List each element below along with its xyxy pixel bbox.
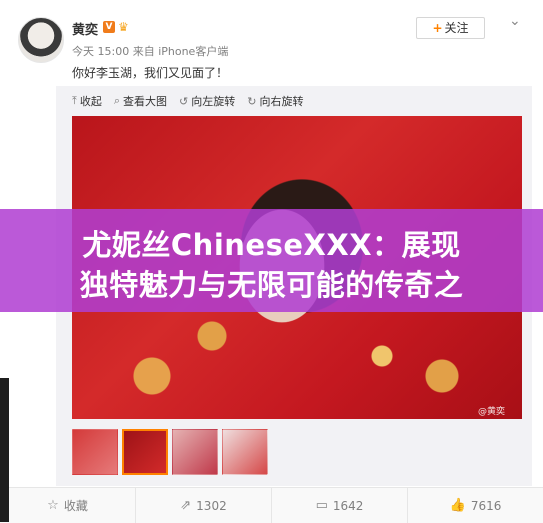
rotate-right-label: 向右旋转: [259, 95, 304, 108]
rotate-left-icon: ↺: [179, 94, 189, 108]
view-large-label: 查看大图: [123, 95, 168, 108]
like-icon: 👍: [449, 498, 466, 513]
rotate-right-button[interactable]: ↻ 向右旋转: [247, 93, 303, 109]
comment-icon: ▭: [315, 498, 328, 513]
repost-button[interactable]: ⇗ 1302: [136, 488, 272, 523]
collapse-button[interactable]: ⤒ 收起: [72, 93, 102, 109]
rotate-left-button[interactable]: ↺ 向左旋转: [179, 93, 235, 109]
view-large-button[interactable]: ⌕ 查看大图: [114, 93, 167, 109]
banner-title-line-2: 独特魅力与无限可能的传奇之: [79, 268, 464, 302]
collapse-icon: ⤒: [72, 94, 77, 107]
thumbnail-4[interactable]: [222, 429, 268, 475]
repost-icon: ⇗: [180, 498, 192, 513]
member-crown-icon: ♛: [118, 20, 129, 34]
follow-button[interactable]: + 关注: [416, 17, 485, 39]
banner-title-line-1: 尤妮丝ChineseXXX：展现: [82, 228, 461, 262]
like-button[interactable]: 👍 7616: [408, 488, 543, 523]
zoom-icon: ⌕: [113, 94, 121, 107]
photo-watermark: @黄奕: [478, 407, 506, 417]
post-meta: 今天 15:00 来自 iPhone客户端: [72, 45, 229, 58]
post-content: 你好李玉湖，我们又见面了！: [72, 66, 229, 80]
side-overlay-image: [0, 378, 9, 522]
collapse-label: 收起: [79, 95, 102, 108]
star-icon: ☆: [47, 498, 59, 513]
plus-icon: +: [432, 21, 443, 35]
like-count: 7616: [470, 498, 502, 513]
collect-button[interactable]: ☆ 收藏: [0, 488, 136, 523]
thumbnail-2-selected[interactable]: [122, 429, 168, 475]
comment-button[interactable]: ▭ 1642: [272, 488, 408, 523]
chevron-down-icon[interactable]: ⌄: [509, 13, 521, 29]
thumbnail-strip: [72, 429, 268, 475]
repost-count: 1302: [196, 498, 227, 513]
rotate-right-icon: ↻: [247, 94, 257, 108]
comment-count: 1642: [332, 498, 364, 513]
thumbnail-3[interactable]: [172, 429, 218, 475]
follow-label: 关注: [444, 21, 469, 35]
thumbnail-1[interactable]: [72, 429, 118, 475]
author-name[interactable]: 黄奕: [72, 19, 98, 38]
media-toolbar: ⤒ 收起 ⌕ 查看大图 ↺ 向左旋转 ↻ 向右旋转: [72, 93, 315, 109]
collect-label: 收藏: [63, 499, 88, 513]
rotate-left-label: 向左旋转: [191, 95, 236, 108]
verified-badge-icon: V: [103, 21, 115, 33]
action-bar: ☆ 收藏 ⇗ 1302 ▭ 1642 👍 7616: [0, 487, 543, 523]
author-avatar[interactable]: [18, 17, 64, 63]
